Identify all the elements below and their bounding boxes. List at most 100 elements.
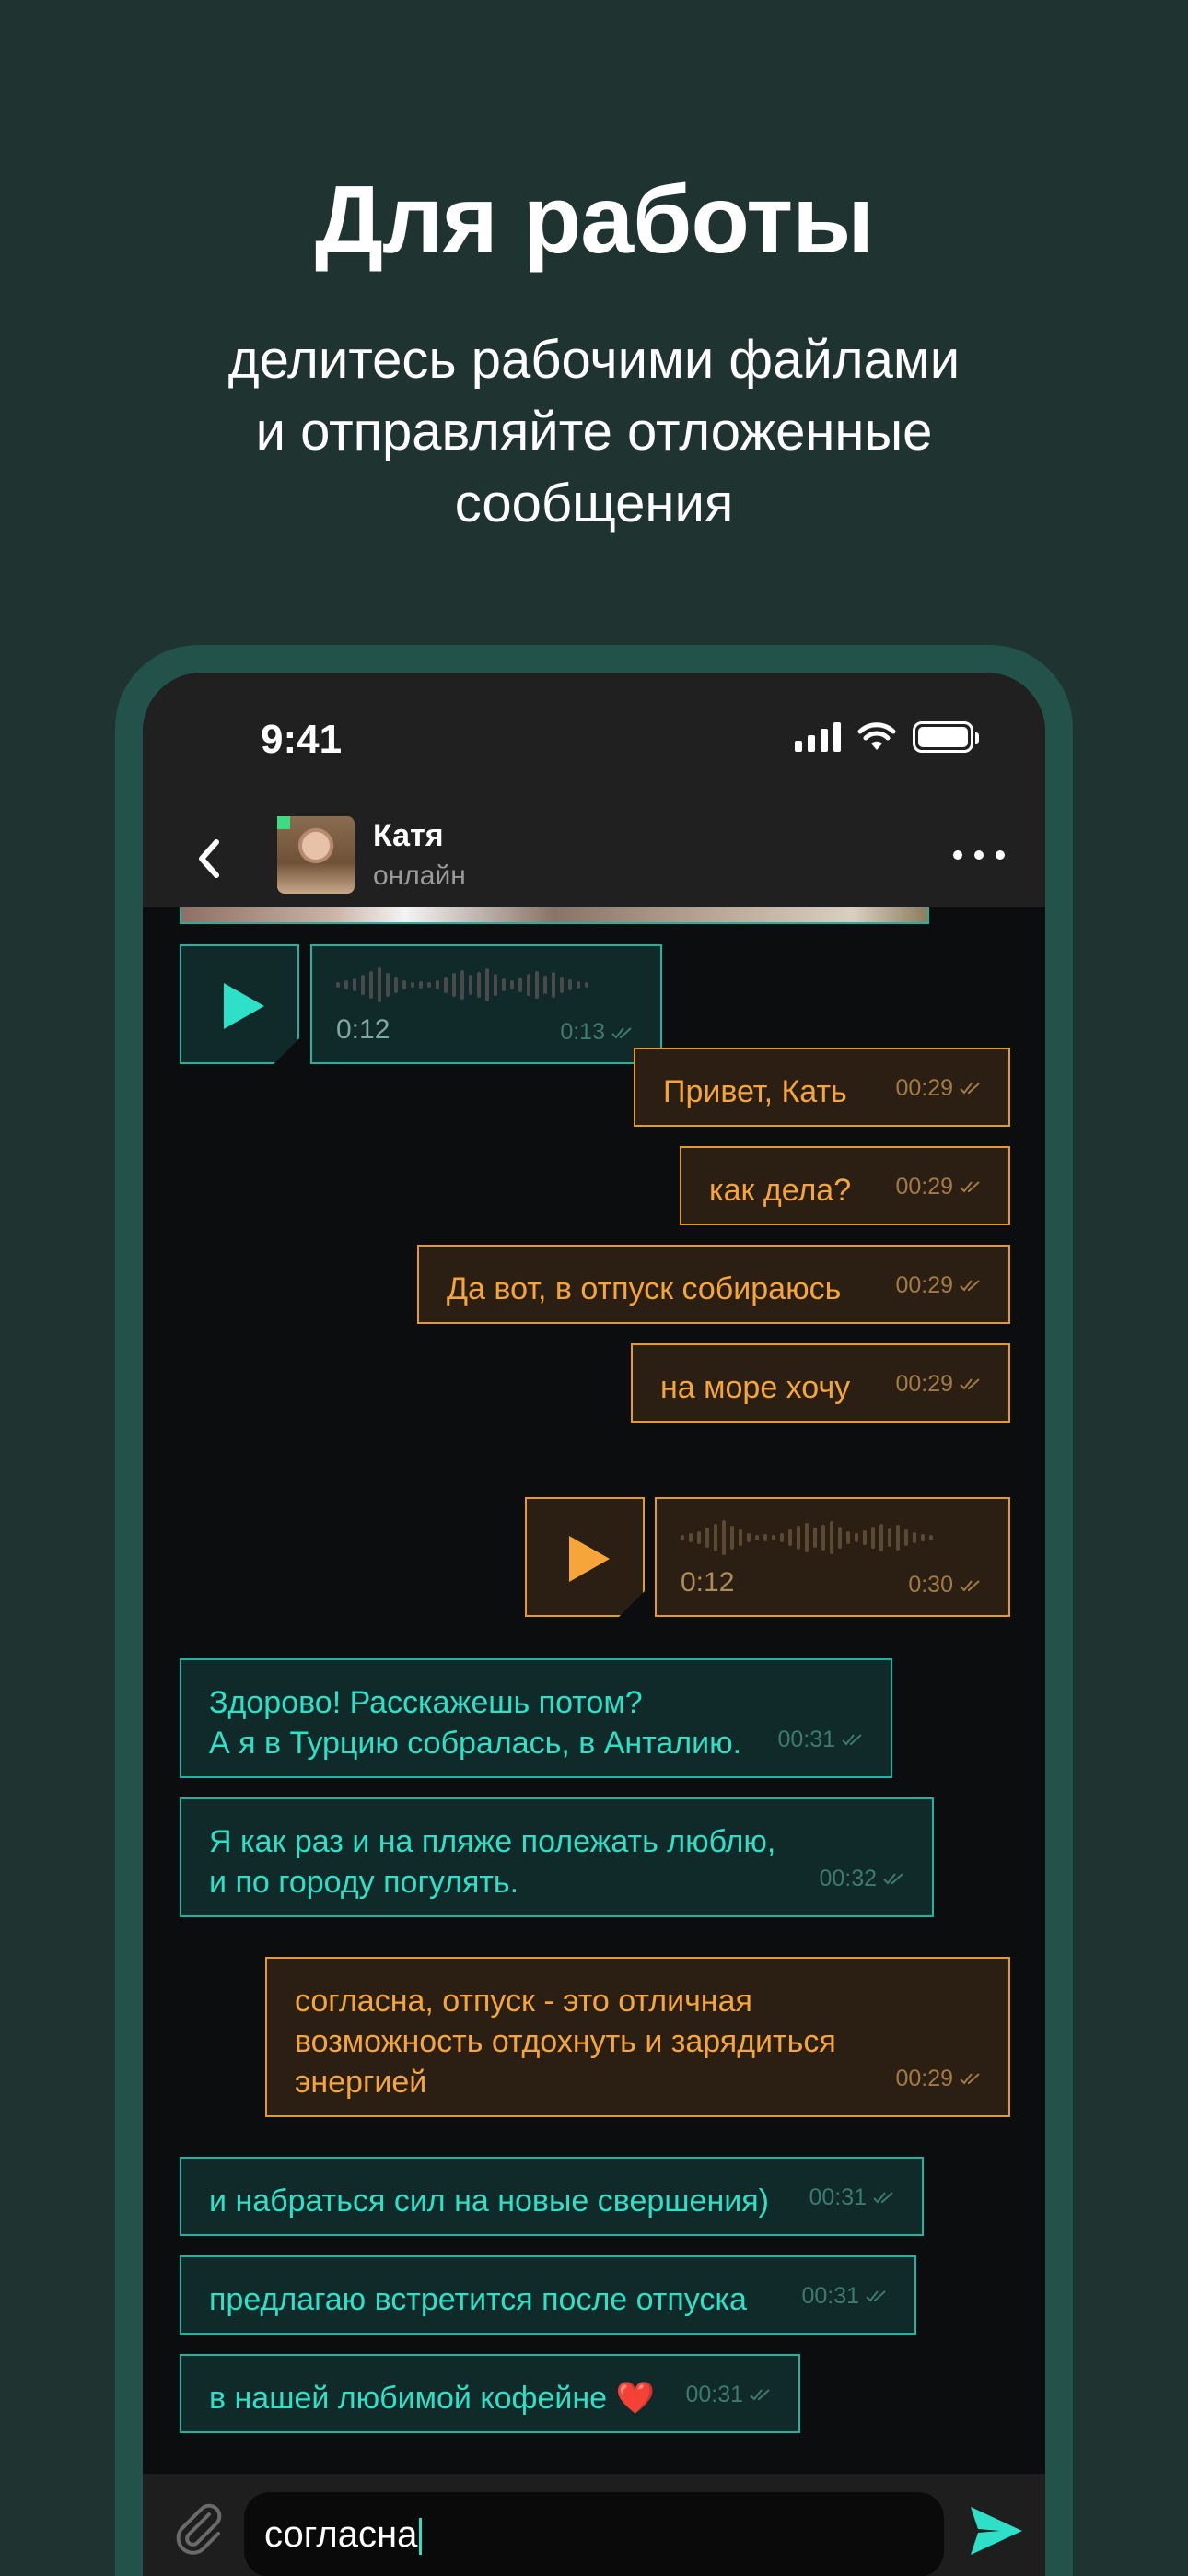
waveform-bar (494, 974, 497, 996)
message-time: 0:13 (560, 1019, 605, 1045)
message-text: как дела? (709, 1173, 852, 1208)
double-check-icon (842, 1734, 862, 1746)
waveform-bar (411, 982, 414, 988)
message-time: 00:29 (895, 1174, 953, 1200)
message-meta: 0:13 (560, 1019, 636, 1046)
waveform-bar (518, 978, 522, 992)
battery-icon (913, 721, 979, 753)
waveform (681, 1517, 933, 1558)
waveform-bar (344, 980, 348, 989)
contact-name[interactable]: Катя (373, 818, 444, 854)
promo-subtitle-line: сообщения (454, 474, 734, 533)
waveform-bar (896, 1525, 900, 1551)
waveform-bar (805, 1523, 809, 1552)
phone-screen: 9:41 Катя онлайн 0:12 0:13 Привет, Кать … (143, 673, 1045, 2576)
play-button[interactable] (525, 1497, 645, 1617)
waveform-bar (797, 1526, 800, 1550)
back-arrow-icon[interactable] (191, 831, 227, 886)
message-time: 00:29 (895, 1075, 953, 1101)
waveform-bar (697, 1531, 701, 1544)
double-check-icon (960, 1579, 980, 1591)
waveform-bar (879, 1524, 883, 1551)
message-bubble[interactable]: и набраться сил на новые свершения) 00:3… (180, 2157, 924, 2236)
waveform-bar (855, 1533, 858, 1542)
waveform-bar (336, 982, 340, 988)
message-time: 00:29 (895, 1272, 953, 1298)
waveform-bar (444, 977, 448, 993)
message-text: предлагаю встретится после отпуска (209, 2282, 747, 2317)
message-meta: 00:31 (801, 2276, 891, 2316)
message-time: 00:31 (809, 2184, 867, 2210)
message-input-value: согласна (264, 2514, 418, 2555)
waveform-bar (747, 1533, 751, 1542)
waveform-bar (469, 975, 472, 995)
promo-title: Для работы (314, 167, 874, 274)
message-bubble[interactable]: предлагаю встретится после отпуска 00:31 (180, 2255, 916, 2335)
message-text: Привет, Кать (663, 1074, 847, 1109)
double-check-icon (866, 2290, 886, 2302)
message-bubble[interactable]: согласна, отпуск - это отличная возможно… (265, 1957, 1010, 2117)
more-icon[interactable] (953, 837, 1005, 873)
contact-status: онлайн (373, 861, 466, 891)
message-bubble[interactable]: как дела? 00:29 (680, 1146, 1010, 1225)
waveform (336, 965, 588, 1005)
double-check-icon (873, 2192, 893, 2204)
waveform-bar (568, 979, 572, 990)
waveform-bar (560, 977, 564, 993)
play-button[interactable] (180, 944, 299, 1064)
message-bubble[interactable]: Здорово! Расскажешь потом? А я в Турцию … (180, 1658, 892, 1778)
waveform-bar (755, 1535, 759, 1540)
message-bubble[interactable]: Я как раз и на пляже полежать люблю, и п… (180, 1797, 934, 1917)
waveform-bar (871, 1527, 875, 1549)
waveform-bar (460, 970, 464, 1000)
status-icons (795, 719, 979, 755)
signal-icon (795, 722, 841, 752)
text-caret (419, 2518, 423, 2556)
waveform-bar (369, 971, 373, 999)
voice-duration: 0:12 (336, 1014, 390, 1045)
message-time: 00:31 (685, 2382, 743, 2407)
waveform-bar (763, 1534, 767, 1541)
waveform-bar (929, 1535, 933, 1540)
promo-subtitle-line: делитесь рабочими файлами (227, 330, 961, 390)
voice-message[interactable]: 0:12 0:13 (310, 944, 662, 1064)
waveform-bar (552, 972, 555, 998)
message-bubble[interactable]: в нашей любимой кофейне ❤️ 00:31 (180, 2354, 800, 2433)
message-bubble[interactable]: Да вот, в отпуск собираюсь 00:29 (417, 1245, 1010, 1324)
waveform-bar (378, 967, 381, 1002)
message-input[interactable]: согласна (244, 2492, 944, 2576)
waveform-bar (681, 1535, 684, 1540)
send-icon[interactable] (967, 2501, 1026, 2560)
waveform-bar (913, 1532, 916, 1543)
waveform-bar (689, 1533, 693, 1542)
waveform-bar (921, 1534, 925, 1541)
message-meta: 00:29 (895, 1265, 984, 1306)
message-time: 00:31 (777, 1727, 835, 1752)
message-text: в нашей любимой кофейне ❤️ (209, 2381, 655, 2416)
message-text: Здорово! Расскажешь потом? (209, 1685, 643, 1720)
voice-message[interactable]: 0:12 0:30 (655, 1497, 1010, 1617)
waveform-bar (772, 1535, 775, 1540)
paperclip-icon[interactable] (172, 2501, 227, 2557)
message-list[interactable]: 0:12 0:13 Привет, Кать 00:29 как дела? 0… (143, 907, 1045, 2474)
message-bubble[interactable]: на море хочу 00:29 (631, 1343, 1010, 1423)
waveform-bar (402, 980, 406, 989)
message-text: и набраться сил на новые свершения) (209, 2184, 769, 2219)
double-check-icon (611, 1026, 632, 1038)
promo-subtitle-line: и отправляйте отложенные (255, 402, 933, 462)
waveform-bar (838, 1527, 842, 1549)
message-meta: 00:29 (895, 1364, 984, 1404)
image-message[interactable] (180, 907, 929, 924)
waveform-bar (788, 1529, 792, 1546)
waveform-bar (427, 982, 431, 988)
message-text: А я в Турцию собралась, в Анталию. (209, 1726, 742, 1761)
wifi-icon (857, 722, 896, 750)
waveform-bar (577, 981, 580, 989)
message-time: 00:31 (801, 2283, 859, 2309)
waveform-bar (535, 971, 539, 999)
composer: согласна (143, 2474, 1045, 2576)
message-text: энергией (295, 2065, 427, 2100)
message-bubble[interactable]: Привет, Кать 00:29 (634, 1048, 1010, 1127)
waveform-bar (510, 980, 514, 989)
chat-topbar: 9:41 Катя онлайн (143, 673, 1045, 907)
